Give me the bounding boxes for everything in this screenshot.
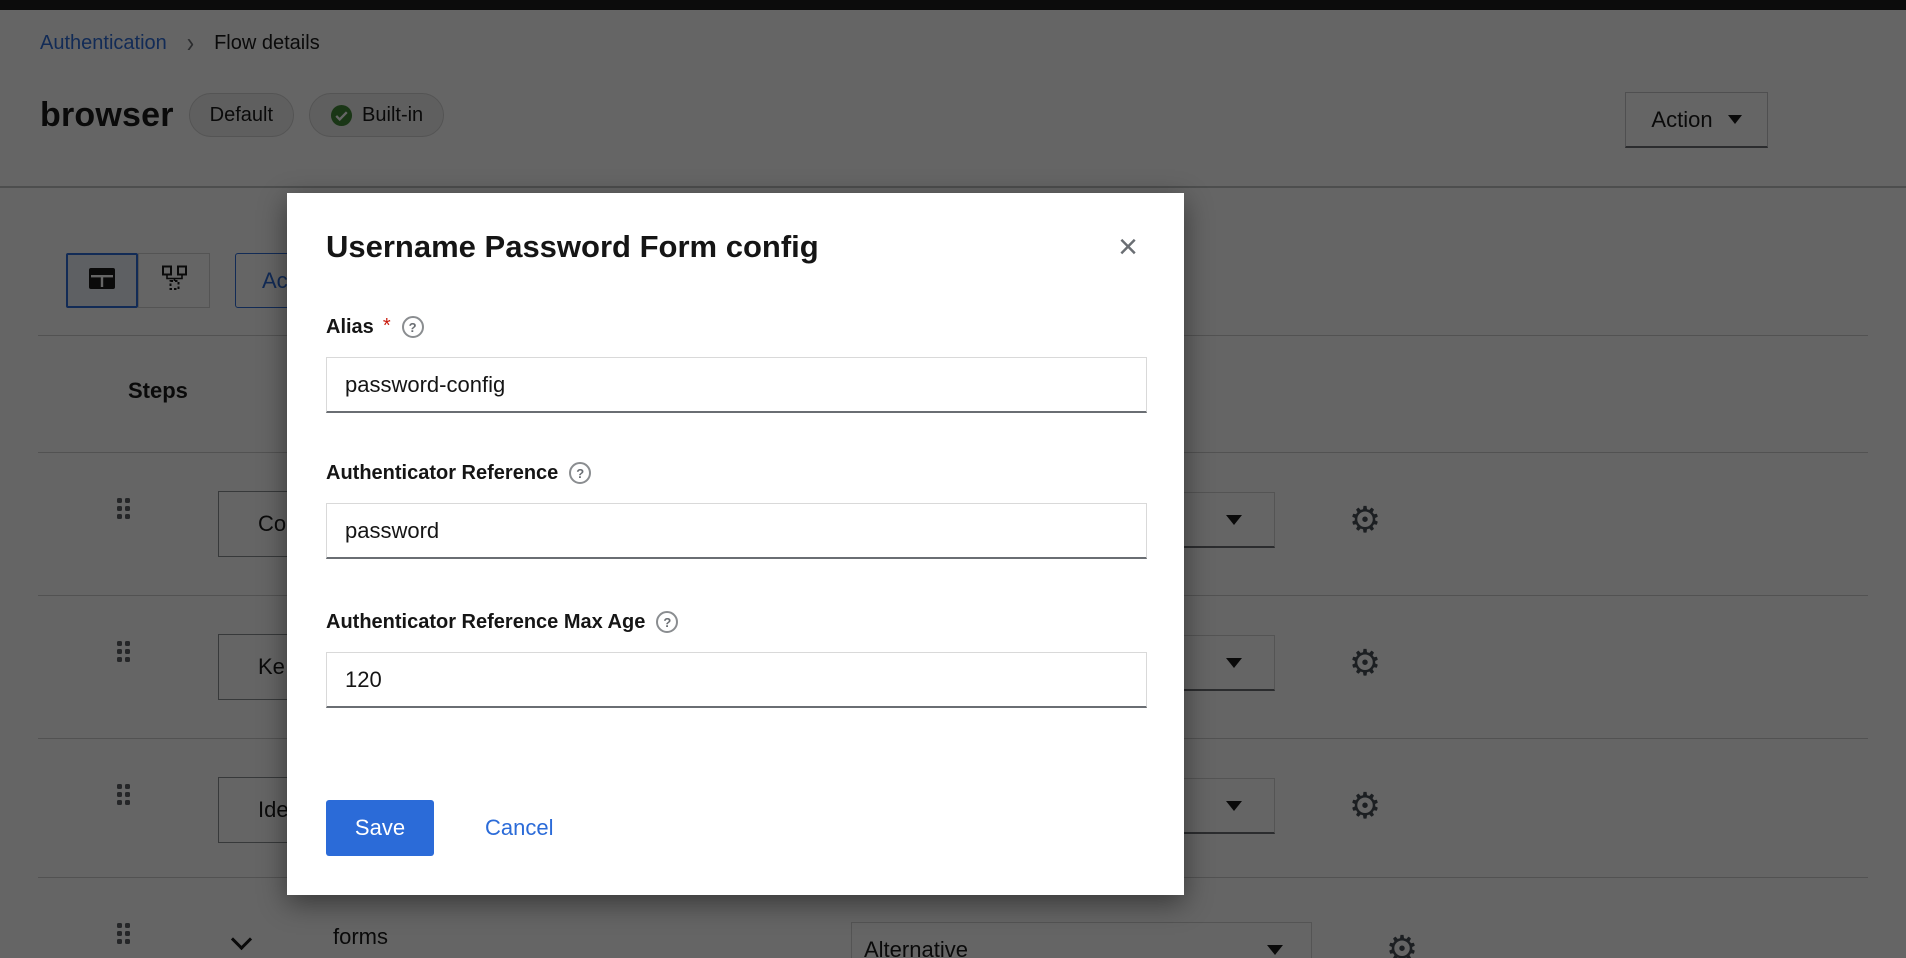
config-modal-dialog: Username Password Form config × Alias * …	[287, 193, 1184, 895]
authenticator-reference-label-row: Authenticator Reference ?	[326, 459, 591, 487]
help-icon[interactable]: ?	[402, 316, 424, 338]
alias-label: Alias	[326, 316, 374, 339]
required-indicator: *	[383, 315, 391, 338]
help-icon[interactable]: ?	[569, 462, 591, 484]
close-icon[interactable]: ×	[1108, 227, 1148, 267]
flow-details-page: Authentication › Flow details browser De…	[0, 0, 1906, 958]
alias-field-label-row: Alias * ?	[326, 313, 424, 341]
max-age-label: Authenticator Reference Max Age	[326, 611, 645, 634]
alias-input[interactable]	[326, 357, 1147, 413]
max-age-input[interactable]	[326, 652, 1147, 708]
help-icon[interactable]: ?	[656, 611, 678, 633]
authenticator-reference-input[interactable]	[326, 503, 1147, 559]
save-button[interactable]: Save	[326, 800, 434, 856]
modal-title: Username Password Form config	[326, 229, 819, 265]
authenticator-reference-label: Authenticator Reference	[326, 462, 558, 485]
max-age-label-row: Authenticator Reference Max Age ?	[326, 608, 678, 636]
cancel-button[interactable]: Cancel	[485, 800, 553, 856]
